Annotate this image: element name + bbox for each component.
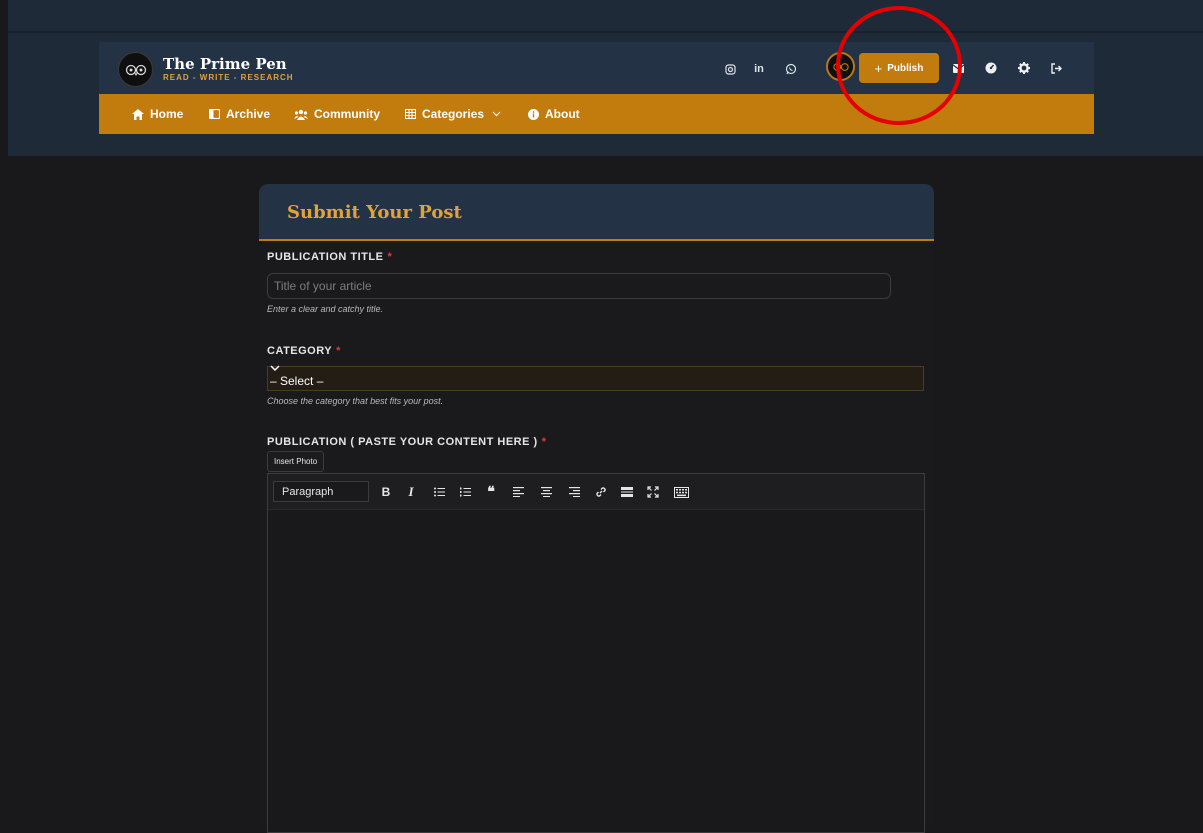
publication-title-label-text: PUBLICATION TITLE [267,251,384,263]
nav-label-archive: Archive [226,107,271,121]
publish-button[interactable]: + Publish [859,53,939,83]
nav-label-categories: Categories [422,107,485,121]
info-icon [528,108,539,120]
numbered-list-icon[interactable] [456,483,474,501]
align-right-icon[interactable] [565,483,583,501]
chevron-down-icon [492,111,501,117]
instagram-icon[interactable] [722,61,738,77]
page-title: Submit Your Post [287,202,462,223]
nav-item-archive[interactable]: Archive [209,106,270,122]
home-icon [132,108,144,120]
brand-tagline: READ - WRITE - RESEARCH [163,73,294,82]
format-select[interactable]: Paragraph [273,481,369,502]
publication-title-help: Enter a clear and catchy title. [267,304,384,314]
quote-icon[interactable]: ❝ [482,483,500,501]
envelope-icon[interactable] [950,60,966,76]
insert-photo-button[interactable]: Insert Photo [267,451,325,472]
linkedin-icon[interactable]: in [751,61,767,77]
required-marker: * [541,436,547,448]
top-divider [8,31,1203,33]
card-header: Submit Your Post [259,184,934,241]
publication-title-input[interactable] [267,273,891,299]
book-icon [209,109,220,119]
horizontal-rule-icon[interactable] [618,483,636,501]
category-label: CATEGORY * [267,345,341,357]
user-avatar[interactable] [826,52,855,81]
whatsapp-icon[interactable] [783,61,799,77]
grid-icon [405,109,416,119]
category-select[interactable]: – Select – [267,364,924,391]
category-help: Choose the category that best fits your … [267,396,444,406]
publication-content-label-text: PUBLICATION ( PASTE YOUR CONTENT HERE ) [267,436,538,448]
bullet-list-icon[interactable] [430,483,448,501]
logout-icon[interactable] [1049,60,1065,76]
editor-toolbar: Paragraph B I ❝ [268,474,924,510]
category-label-text: CATEGORY [267,345,333,357]
link-icon[interactable] [592,483,610,501]
nav-item-home[interactable]: Home [132,106,183,122]
owl-logo-icon[interactable] [118,52,153,87]
nav-item-about[interactable]: About [528,106,580,122]
chevron-down-icon [270,364,280,374]
content-editor[interactable]: Paragraph B I ❝ [267,473,925,833]
align-left-icon[interactable] [509,483,527,501]
publication-content-label: PUBLICATION ( PASTE YOUR CONTENT HERE ) * [267,436,546,448]
category-select-value: – Select – [270,374,324,388]
fullscreen-icon[interactable] [644,483,662,501]
required-marker: * [336,345,341,357]
nav-item-categories[interactable]: Categories [405,106,501,122]
brand-name[interactable]: The Prime Pen [163,56,287,72]
align-center-icon[interactable] [537,483,555,501]
required-marker: * [387,251,393,263]
plus-icon: + [874,60,883,76]
submit-post-card: Submit Your Post PUBLICATION TITLE* Ente… [259,184,934,833]
users-icon [294,109,308,120]
bold-icon[interactable]: B [377,483,395,501]
nav-label-community: Community [314,107,380,121]
italic-icon[interactable]: I [402,483,420,501]
keyboard-icon[interactable] [672,483,690,501]
nav-label-home: Home [150,107,184,121]
gear-icon[interactable] [1016,60,1032,76]
dashboard-icon[interactable] [983,60,999,76]
main-navigation: Home Archive Community Categories About [99,94,1094,134]
publication-title-label: PUBLICATION TITLE * [267,251,392,263]
nav-item-community[interactable]: Community [294,106,380,122]
publish-label: Publish [887,62,924,74]
nav-label-about: About [545,107,580,121]
site-header: The Prime Pen READ - WRITE - RESEARCH in… [99,42,1094,94]
